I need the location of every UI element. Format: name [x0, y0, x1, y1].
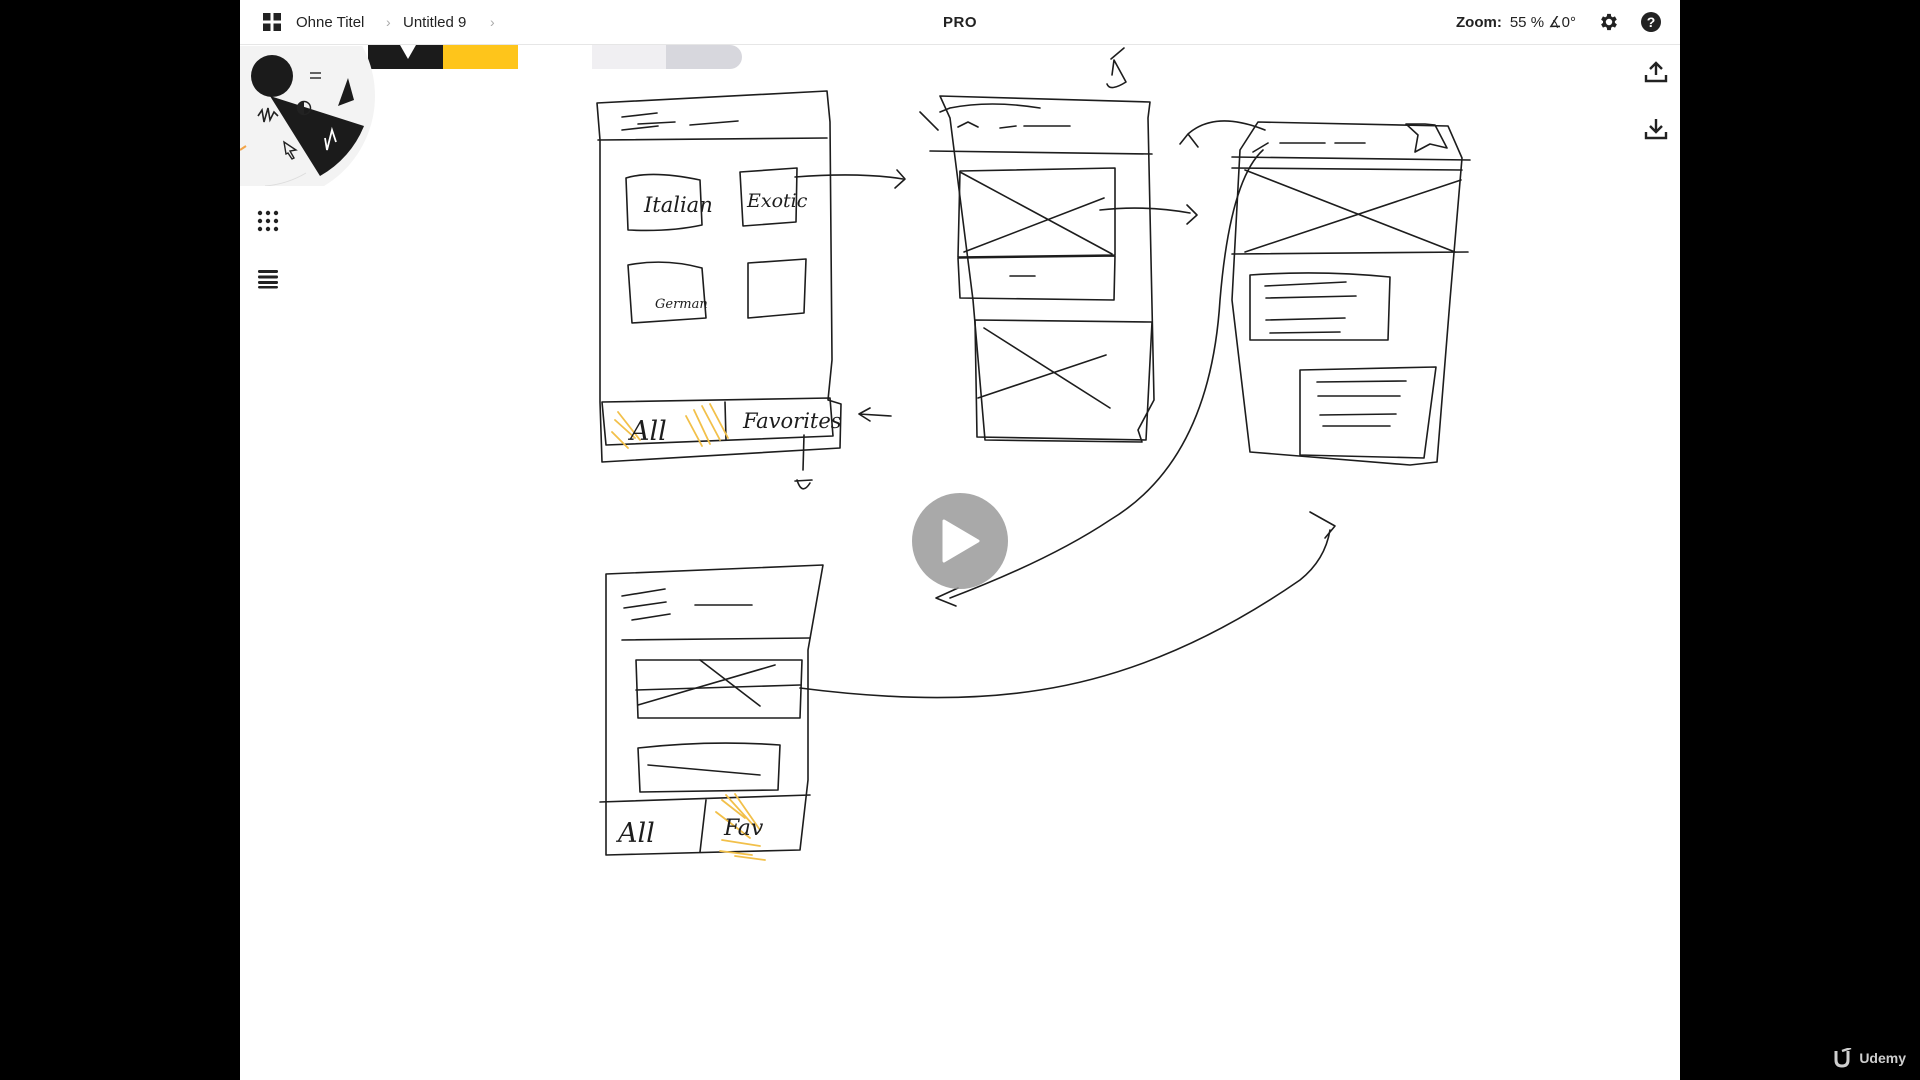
svg-text:?: ? — [1647, 14, 1656, 30]
play-icon — [942, 519, 980, 563]
tile-label-italian: Italian — [643, 193, 713, 217]
help-button[interactable]: ? — [1636, 0, 1666, 44]
brush-size-indicator[interactable] — [251, 55, 293, 97]
breadcrumb-folder[interactable]: Ohne Titel — [296, 0, 364, 44]
help-icon: ? — [1641, 12, 1661, 32]
zoom-value: 55 % ∡0° — [1509, 14, 1576, 31]
import-icon — [1644, 119, 1668, 140]
wireframe-list-screen — [919, 47, 1198, 443]
import-button[interactable] — [1640, 113, 1672, 145]
tab-label-favorites: Favorites — [742, 409, 842, 433]
breadcrumb-document[interactable]: Untitled 9 — [403, 0, 466, 44]
color-swatch-yellow[interactable] — [443, 45, 518, 69]
brush-grid-icon — [257, 210, 279, 232]
grid-menu-icon — [263, 13, 281, 31]
zoom-indicator: Zoom: 55 % ∡0° — [1456, 0, 1576, 44]
bottom-tab-label-fav: Fav — [723, 816, 764, 841]
tile-label-german: German — [655, 297, 708, 312]
color-swatches — [368, 45, 518, 69]
udemy-logo — [1834, 1048, 1852, 1068]
sketch-app: Italian Exotic German All Favorites All … — [240, 0, 1680, 1080]
opacity-track-left — [592, 45, 666, 69]
udemy-watermark: Udemy — [1833, 1048, 1906, 1068]
breadcrumb-separator: › — [386, 14, 391, 30]
top-toolbar: Ohne Titel › Untitled 9 › PRO Zoom: 55 %… — [240, 0, 1680, 45]
export-button[interactable] — [1640, 56, 1672, 88]
tool-wheel[interactable] — [240, 46, 380, 186]
export-icon — [1644, 61, 1668, 83]
gear-icon — [1601, 13, 1617, 31]
layers-icon — [258, 270, 278, 289]
gallery-button[interactable] — [258, 0, 286, 44]
udemy-text: Udemy — [1859, 1050, 1906, 1066]
brush-library-button[interactable] — [252, 205, 284, 237]
tab-label-all: All — [627, 416, 667, 447]
opacity-slider[interactable] — [592, 45, 742, 69]
opacity-track-right — [666, 45, 742, 69]
layers-button[interactable] — [252, 263, 284, 295]
wireframe-detail-screen — [935, 120, 1471, 607]
zoom-label: Zoom: — [1456, 13, 1502, 31]
tile-label-exotic: Exotic — [746, 190, 808, 212]
video-play-button[interactable] — [912, 493, 1008, 589]
bottom-tab-label-all: All — [615, 818, 655, 849]
settings-button[interactable] — [1594, 0, 1624, 44]
breadcrumb-separator: › — [490, 14, 495, 30]
